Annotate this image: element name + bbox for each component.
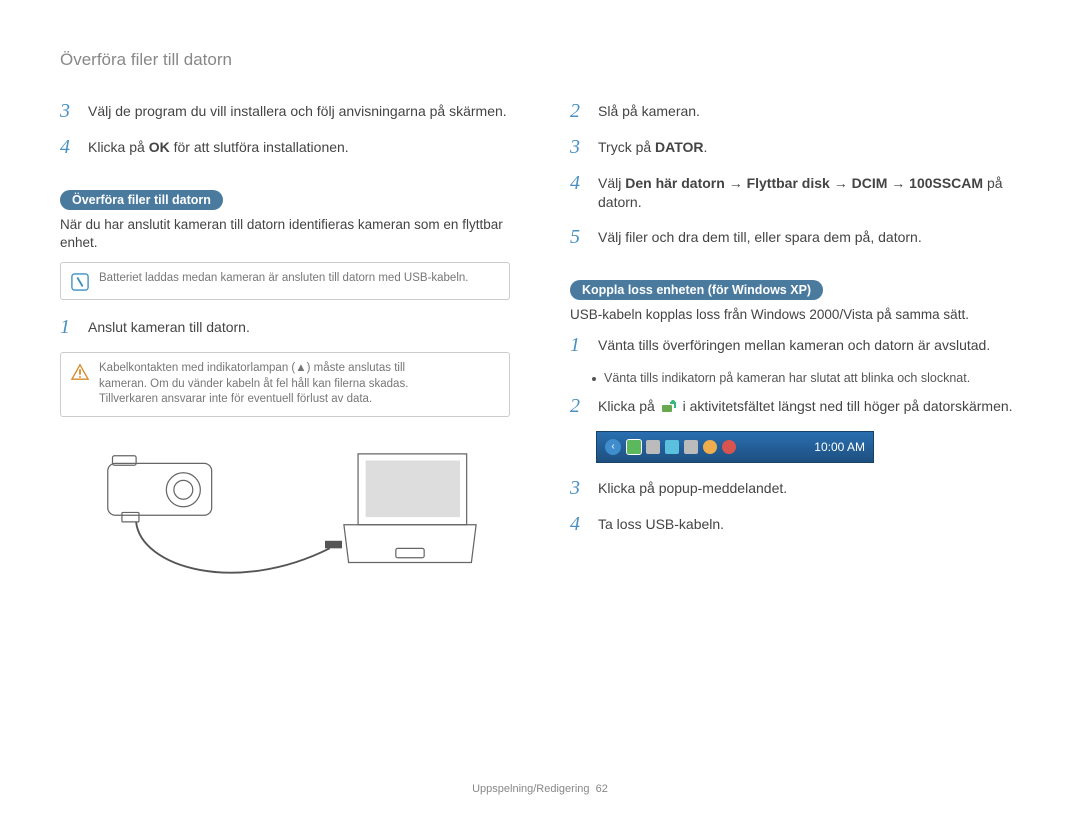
text-pre: Tryck på	[598, 139, 655, 155]
warning-note: Kabelkontakten med indikatorlampan (▲) m…	[60, 352, 510, 417]
section-pill-disconnect: Koppla loss enheten (för Windows XP)	[570, 280, 823, 300]
safely-remove-tray-icon[interactable]	[627, 440, 641, 454]
step-text: Slå på kameran.	[598, 100, 700, 121]
section-intro: USB-kabeln kopplas loss från Windows 200…	[570, 306, 1020, 324]
step-number: 4	[570, 513, 588, 535]
step-number: 3	[570, 477, 588, 499]
text-bold: OK	[149, 139, 170, 155]
step-text: Välj Den här datorn → Flyttbar disk → DC…	[598, 172, 1020, 212]
tray-expand-arrow-icon[interactable]: ‹	[605, 439, 621, 455]
text-bold: Den här datorn → Flyttbar disk → DCIM → …	[625, 175, 983, 191]
step-3-popup: 3 Klicka på popup-meddelandet.	[570, 477, 1020, 499]
volume-icon[interactable]	[703, 440, 717, 454]
systray-clock[interactable]: 10:00 AM	[814, 440, 865, 454]
warning-icon	[71, 363, 89, 381]
step-number: 1	[60, 316, 78, 338]
warn-line: kameran. Om du vänder kabeln åt fel håll…	[99, 378, 408, 390]
step-text: Tryck på DATOR.	[598, 136, 707, 157]
text-pre: Klicka på	[598, 398, 659, 414]
tray-icon[interactable]	[646, 440, 660, 454]
text-pre: Välj	[598, 175, 625, 191]
section-pill-transfer: Överföra filer till datorn	[60, 190, 223, 210]
info-icon	[71, 273, 89, 291]
step-text: Välj de program du vill installera och f…	[88, 100, 507, 121]
step-text: Klicka på OK för att slutföra installati…	[88, 136, 349, 157]
windows-systray[interactable]: ‹ 10:00 AM	[596, 431, 874, 463]
text-pre: Klicka på	[88, 139, 149, 155]
step-3: 3 Tryck på DATOR.	[570, 136, 1020, 158]
page-title: Överföra filer till datorn	[60, 50, 1020, 70]
step-number: 3	[570, 136, 588, 158]
step-text: Klicka på i aktivitetsfältet längst ned …	[598, 395, 1013, 416]
right-column: 2 Slå på kameran. 3 Tryck på DATOR. 4 Vä…	[570, 100, 1020, 605]
step-1-connect: 1 Anslut kameran till datorn.	[60, 316, 510, 338]
text-post: för att slutföra installationen.	[170, 139, 349, 155]
step-4: 4 Klicka på OK för att slutföra installa…	[60, 136, 510, 158]
bullet-text: Vänta tills indikatorn på kameran har sl…	[604, 370, 970, 387]
tray-icon[interactable]	[665, 440, 679, 454]
section-intro: När du har anslutit kameran till datorn …	[60, 216, 510, 252]
tray-icon[interactable]	[722, 440, 736, 454]
step-number: 4	[60, 136, 78, 158]
step-1-wait: 1 Vänta tills överföringen mellan kamera…	[570, 334, 1020, 356]
footer-section: Uppspelning/Redigering	[472, 783, 589, 795]
sub-bullet: Vänta tills indikatorn på kameran har sl…	[592, 370, 1020, 387]
step-text: Ta loss USB-kabeln.	[598, 513, 724, 534]
page-footer: Uppspelning/Redigering 62	[0, 783, 1080, 795]
step-2-click-tray: 2 Klicka på i aktivitetsfältet längst ne…	[570, 395, 1020, 417]
info-text: Batteriet laddas medan kameran är anslut…	[99, 271, 468, 287]
text-post: i aktivitetsfältet längst ned till höger…	[683, 398, 1013, 414]
info-note: Batteriet laddas medan kameran är anslut…	[60, 262, 510, 300]
warn-line: Tillverkaren ansvarar inte för eventuell…	[99, 393, 372, 405]
camera-laptop-illustration	[80, 435, 485, 605]
step-text: Vänta tills överföringen mellan kameran …	[598, 334, 990, 355]
step-number: 1	[570, 334, 588, 356]
step-number: 3	[60, 100, 78, 122]
step-number: 2	[570, 395, 588, 417]
step-4: 4 Välj Den här datorn → Flyttbar disk → …	[570, 172, 1020, 212]
step-number: 4	[570, 172, 588, 194]
step-2: 2 Slå på kameran.	[570, 100, 1020, 122]
step-4-unplug: 4 Ta loss USB-kabeln.	[570, 513, 1020, 535]
text-post: .	[704, 139, 708, 155]
step-text: Anslut kameran till datorn.	[88, 316, 250, 337]
tray-icon[interactable]	[684, 440, 698, 454]
step-3: 3 Välj de program du vill installera och…	[60, 100, 510, 122]
warning-text: Kabelkontakten med indikatorlampan (▲) m…	[99, 361, 408, 408]
step-text: Klicka på popup-meddelandet.	[598, 477, 787, 498]
text-bold: DATOR	[655, 139, 703, 155]
left-column: 3 Välj de program du vill installera och…	[60, 100, 510, 605]
content-columns: 3 Välj de program du vill installera och…	[60, 100, 1020, 605]
warn-line: Kabelkontakten med indikatorlampan (▲) m…	[99, 362, 405, 374]
safely-remove-icon	[661, 399, 677, 415]
tray-icons-group	[627, 440, 736, 454]
footer-page-number: 62	[596, 783, 608, 795]
step-5: 5 Välj filer och dra dem till, eller spa…	[570, 226, 1020, 248]
step-text: Välj filer och dra dem till, eller spara…	[598, 226, 922, 247]
step-number: 5	[570, 226, 588, 248]
step-number: 2	[570, 100, 588, 122]
bullet-dot	[592, 377, 596, 381]
